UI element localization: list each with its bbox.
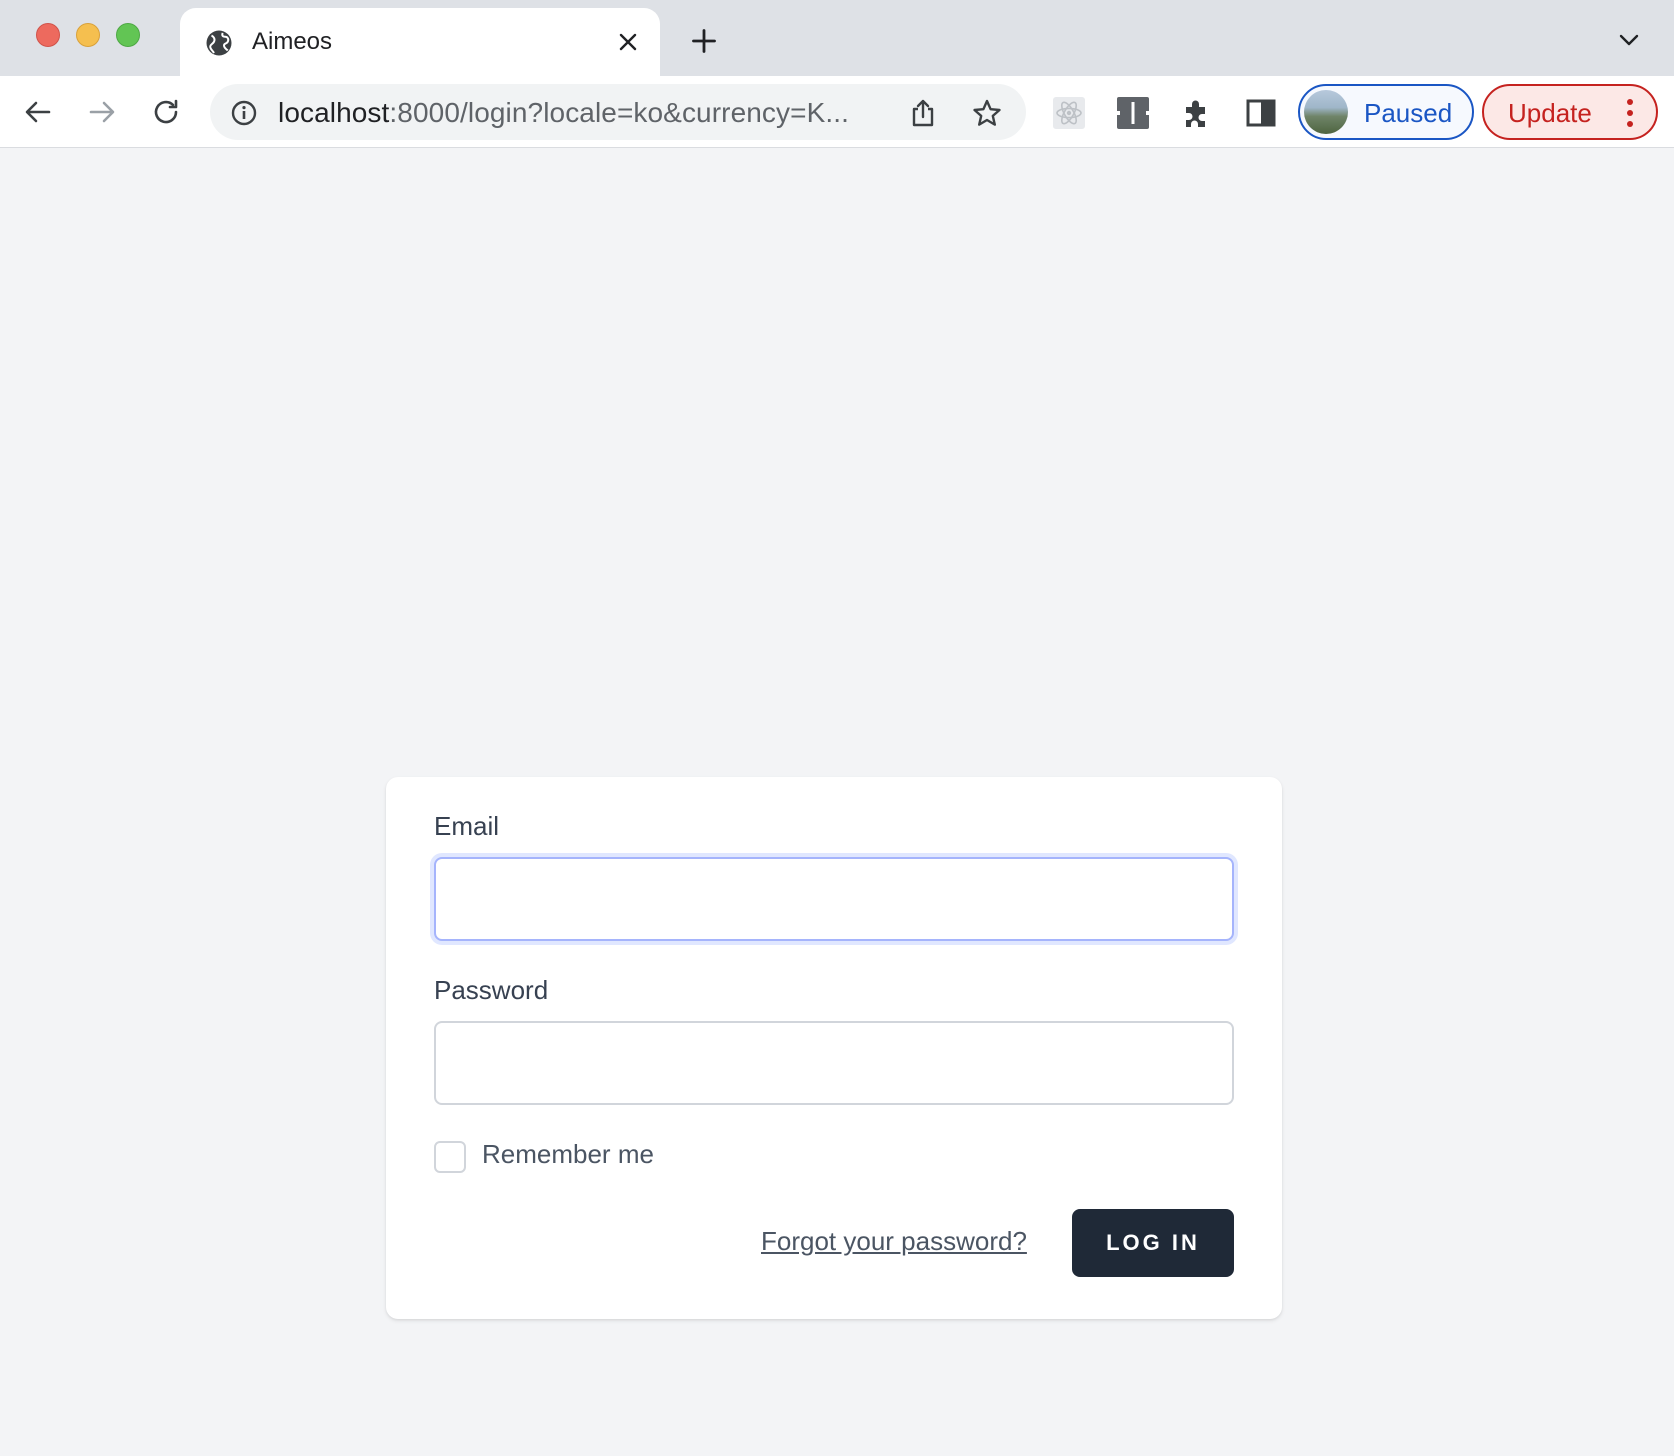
address-bar[interactable]: localhost:8000/login?locale=ko&currency=… (210, 84, 1026, 140)
chevron-down-icon[interactable] (1618, 32, 1640, 48)
back-arrow-icon[interactable] (22, 96, 54, 128)
new-tab-icon[interactable] (690, 27, 718, 55)
remember-checkbox[interactable] (434, 1141, 466, 1173)
extensions-puzzle-icon[interactable] (1180, 96, 1214, 130)
more-vertical-icon[interactable] (1626, 98, 1634, 128)
email-field[interactable] (434, 857, 1234, 941)
globe-icon (206, 30, 232, 56)
update-label: Update (1508, 98, 1592, 128)
email-label: Email (434, 811, 500, 841)
browser-tab[interactable]: Aimeos (180, 8, 660, 76)
info-icon[interactable] (230, 99, 258, 127)
url-path: :8000/login?locale=ko&currency=K... (389, 97, 849, 128)
remember-label: Remember me (482, 1139, 654, 1169)
zoom-window-button[interactable] (116, 23, 140, 47)
update-button[interactable]: Update (1482, 84, 1658, 140)
url-host: localhost (278, 97, 390, 128)
side-panel-icon[interactable] (1244, 96, 1278, 130)
close-tab-icon[interactable] (616, 30, 640, 54)
password-label: Password (434, 975, 549, 1005)
react-devtools-icon[interactable] (1052, 96, 1086, 130)
profile-status-label: Paused (1364, 98, 1453, 128)
login-card: Email Password Remember me Forgot your p… (386, 777, 1282, 1319)
tab-strip: Aimeos (0, 0, 1674, 76)
reload-icon[interactable] (150, 96, 182, 128)
tab-title: Aimeos (252, 28, 333, 55)
page-content: Email Password Remember me Forgot your p… (0, 149, 1674, 1456)
profile-paused-button[interactable]: Paused (1298, 84, 1474, 140)
address-url: localhost:8000/login?locale=ko&currency=… (278, 97, 849, 129)
reader-extension-icon[interactable] (1116, 96, 1150, 130)
browser-toolbar: localhost:8000/login?locale=ko&currency=… (0, 76, 1674, 148)
forward-arrow-icon[interactable] (86, 96, 118, 128)
bookmark-star-icon[interactable] (972, 98, 1002, 128)
avatar (1304, 90, 1348, 134)
password-field[interactable] (434, 1021, 1234, 1105)
login-button[interactable]: LOG IN (1072, 1209, 1234, 1277)
close-window-button[interactable] (36, 23, 60, 47)
share-icon[interactable] (910, 98, 936, 128)
forgot-password-link[interactable]: Forgot your password? (761, 1226, 1027, 1257)
minimize-window-button[interactable] (76, 23, 100, 47)
